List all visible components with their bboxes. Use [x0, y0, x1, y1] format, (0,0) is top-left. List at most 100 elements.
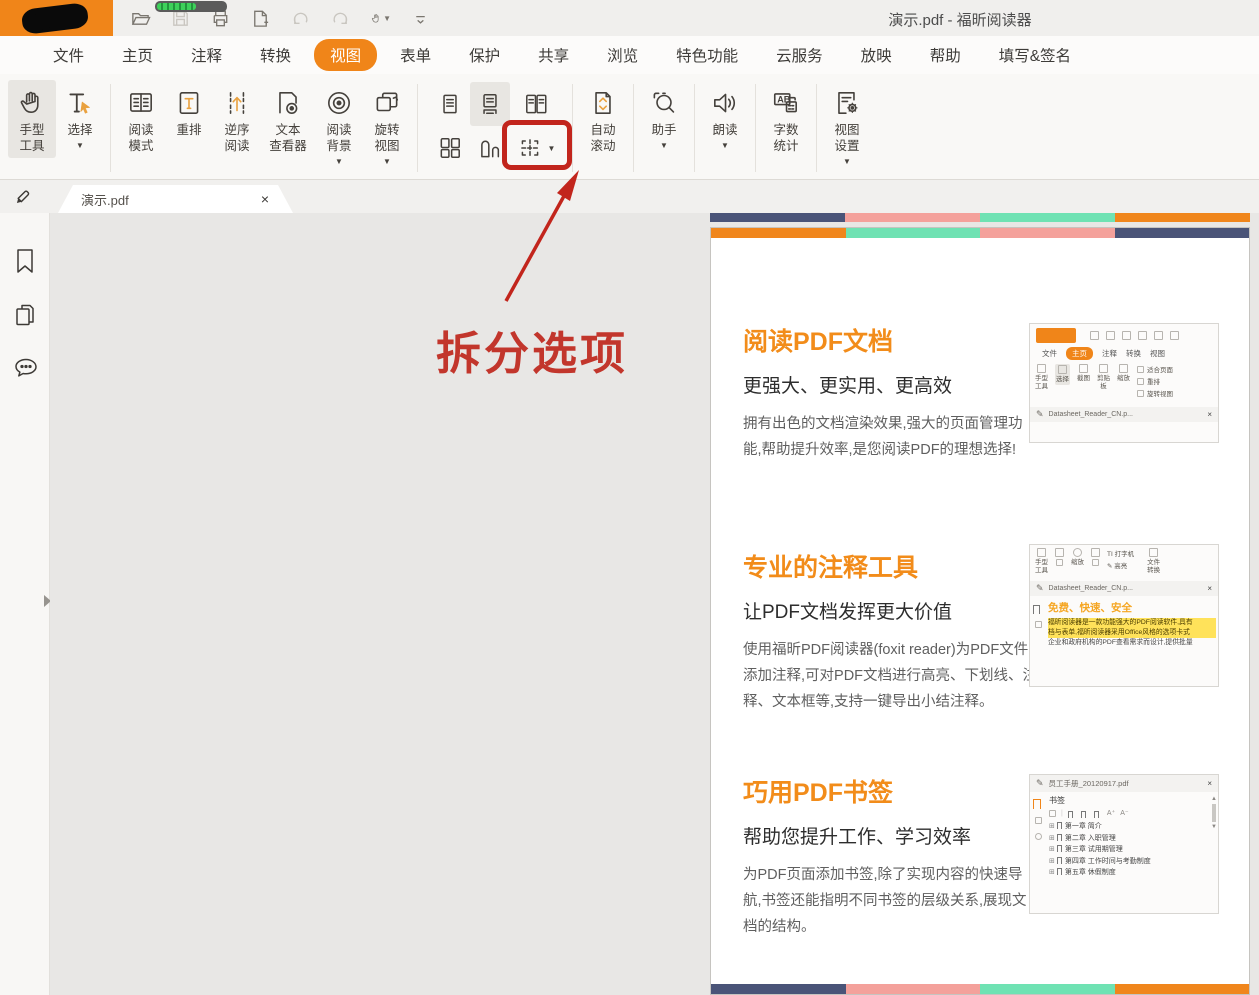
reading-background-button[interactable]: 阅读 背景 ▼ [315, 80, 363, 170]
text-viewer-label: 文本 查看器 [269, 122, 307, 154]
recording-battery-indicator [155, 1, 227, 12]
hand-tool-button[interactable]: 手型 工具 [8, 80, 56, 158]
read-aloud-caret: ▼ [721, 141, 729, 150]
read-aloud-icon [710, 84, 740, 122]
section-subtitle: 让PDF文档发挥更大价值 [743, 597, 1043, 624]
facing-layout-button[interactable] [510, 82, 562, 126]
separate-cover-layout-button[interactable] [470, 126, 510, 170]
section-body: 为PDF页面添加书签,除了实现内容的快速导航,书签还能指明不同书签的层级关系,展… [743, 862, 1041, 940]
comments-panel-icon[interactable] [12, 356, 40, 387]
toolbar-separator [110, 84, 111, 172]
view-settings-button[interactable]: 视图 设置 ▼ [823, 80, 871, 170]
tab-convert[interactable]: 转换 [241, 39, 310, 71]
reverse-reading-icon [222, 84, 252, 122]
text-viewer-button[interactable]: 文本 查看器 [261, 80, 315, 158]
hand-gesture-icon[interactable]: ▼ [370, 8, 391, 29]
reading-mode-label: 阅读 模式 [128, 122, 153, 154]
reverse-reading-label: 逆序 阅读 [224, 122, 249, 154]
tab-browse[interactable]: 浏览 [588, 39, 657, 71]
read-aloud-label: 朗读 [712, 122, 737, 138]
word-count-label: 字数 统计 [773, 122, 798, 154]
split-caret[interactable]: ▼ [548, 144, 556, 153]
split-view-button[interactable]: ▼ [510, 126, 562, 170]
section-read-pdf: 阅读PDF文档 更强大、更实用、更高效 拥有出色的文档渲染效果,强大的页面管理功… [743, 322, 1043, 463]
tab-protect[interactable]: 保护 [450, 39, 519, 71]
mini-tab-active: 主页 [1066, 347, 1093, 360]
tab-view[interactable]: 视图 [314, 39, 377, 71]
tab-fill-sign[interactable]: 填写&签名 [980, 39, 1090, 71]
section-body: 拥有出色的文档渲染效果,强大的页面管理功能,帮助提升效率,是您阅读PDF的理想选… [743, 411, 1041, 463]
select-button[interactable]: 选择 ▼ [56, 80, 104, 154]
tab-slideshow[interactable]: 放映 [842, 39, 911, 71]
tab-form[interactable]: 表单 [381, 39, 450, 71]
assistant-button[interactable]: 助手 ▼ [640, 80, 688, 154]
customize-qat-icon[interactable] [410, 8, 431, 29]
page-layout-group: ▼ [430, 82, 562, 170]
reverse-reading-button[interactable]: 逆序 阅读 [213, 80, 261, 158]
document-tab-strip: 演示.pdf × [0, 180, 1259, 213]
section-title: 阅读PDF文档 [743, 322, 1043, 358]
svg-text:AB: AB [777, 94, 791, 104]
mini-logo [1036, 328, 1076, 343]
view-settings-caret: ▼ [843, 157, 851, 166]
document-tab[interactable]: 演示.pdf × [58, 185, 293, 213]
mini-heading: 免费、快速、安全 [1048, 600, 1216, 615]
mini-doc-tab: ✎Datasheet_Reader_CN.p...× [1030, 581, 1218, 596]
foxit-reader-window: ▼ 演示.pdf - 福昕阅读器 文件 主页 注释 转换 视图 表单 保护 共享… [0, 0, 1259, 995]
section-title: 专业的注释工具 [743, 548, 1043, 584]
section-body: 使用福昕PDF阅读器(foxit reader)为PDF文件添加注释,可对PDF… [743, 637, 1041, 715]
assistant-caret: ▼ [660, 141, 668, 150]
pages-panel-icon[interactable] [12, 301, 38, 334]
document-canvas[interactable]: 阅读PDF文档 更强大、更实用、更高效 拥有出色的文档渲染效果,强大的页面管理功… [50, 213, 1259, 995]
single-page-layout-button[interactable] [430, 82, 470, 126]
reading-background-caret: ▼ [335, 157, 343, 166]
toolbar-separator [755, 84, 756, 172]
tab-help[interactable]: 帮助 [911, 39, 980, 71]
new-document-icon[interactable] [250, 8, 271, 29]
page-top-color-bar [711, 228, 1249, 238]
tab-features[interactable]: 特色功能 [657, 39, 757, 71]
mini-tab: 视图 [1150, 348, 1165, 359]
reflow-label: 重排 [176, 122, 201, 138]
auto-scroll-button[interactable]: 自动 滚动 [579, 80, 627, 158]
section-annotation-tools: 专业的注释工具 让PDF文档发挥更大价值 使用福昕PDF阅读器(foxit re… [743, 548, 1043, 715]
bookmarks-panel-icon[interactable] [12, 246, 38, 281]
edit-pencil-icon[interactable] [11, 185, 34, 213]
rotate-view-label: 旋转 视图 [374, 122, 399, 154]
app-logo [0, 0, 113, 36]
annotation-split-options-text: 拆分选项 [436, 317, 628, 382]
continuous-facing-layout-button[interactable] [430, 126, 470, 170]
hand-icon [17, 84, 47, 122]
screenshot-thumb-annotate: 手型 工具 缩放 TI 打字机 ✎ 高亮 文件 转换 ✎Datasheet_Re… [1029, 544, 1219, 687]
toolbar-separator [694, 84, 695, 172]
auto-scroll-label: 自动 滚动 [590, 122, 615, 154]
tab-file[interactable]: 文件 [34, 39, 103, 71]
read-aloud-button[interactable]: 朗读 ▼ [701, 80, 749, 154]
hand-gesture-caret: ▼ [383, 14, 391, 23]
open-folder-icon[interactable] [130, 8, 151, 29]
reading-mode-button[interactable]: 阅读 模式 [117, 80, 165, 158]
redo-icon[interactable] [330, 8, 351, 29]
mini-tab: 转换 [1126, 348, 1141, 359]
mini-panel-title: 书签 [1049, 795, 1208, 806]
rotate-view-button[interactable]: 旋转 视图 ▼ [363, 80, 411, 170]
reflow-button[interactable]: 重排 [165, 80, 213, 142]
select-text-icon [65, 84, 95, 122]
view-settings-icon [832, 84, 862, 122]
toolbar-separator [633, 84, 634, 172]
tab-close-icon[interactable]: × [261, 191, 293, 207]
undo-icon[interactable] [290, 8, 311, 29]
tab-share[interactable]: 共享 [519, 39, 588, 71]
tab-comment[interactable]: 注释 [172, 39, 241, 71]
pdf-page: 阅读PDF文档 更强大、更实用、更高效 拥有出色的文档渲染效果,强大的页面管理功… [710, 227, 1250, 995]
page-bottom-color-bar [711, 984, 1249, 994]
word-count-button[interactable]: AB 字数 统计 [762, 80, 810, 158]
tab-home[interactable]: 主页 [103, 39, 172, 71]
assistant-label: 助手 [651, 122, 676, 138]
section-bookmarks: 巧用PDF书签 帮助您提升工作、学习效率 为PDF页面添加书签,除了实现内容的快… [743, 773, 1043, 940]
reflow-icon [174, 84, 204, 122]
toolbar-separator [816, 84, 817, 172]
mini-tab: 注释 [1102, 348, 1117, 359]
continuous-layout-button[interactable] [470, 82, 510, 126]
tab-cloud[interactable]: 云服务 [757, 39, 842, 71]
